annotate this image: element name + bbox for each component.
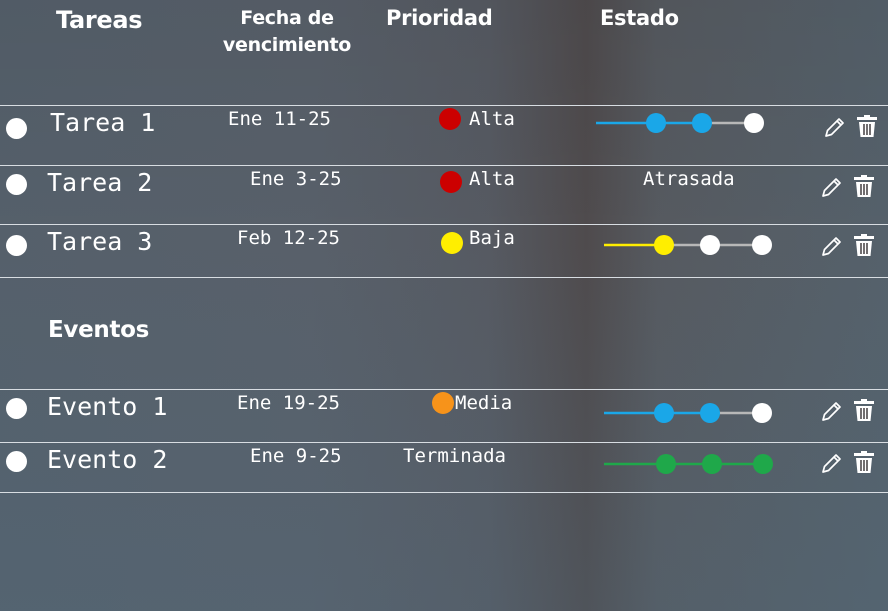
task-date: Ene 3-25	[250, 168, 342, 190]
radio-circle-icon[interactable]	[6, 174, 27, 195]
task-priority: Alta	[469, 168, 515, 190]
radio-circle-icon[interactable]	[6, 398, 27, 419]
status-text: Terminada	[403, 445, 506, 467]
progress-step-pending	[752, 403, 772, 423]
task-name: Tarea 1	[50, 108, 156, 137]
progress-step-done	[646, 113, 666, 133]
event-date: Ene 19-25	[237, 392, 340, 414]
status-text: Atrasada	[643, 168, 735, 190]
radio-circle-icon[interactable]	[6, 235, 27, 256]
header-tareas: Tareas	[56, 6, 143, 34]
pencil-icon[interactable]	[820, 175, 842, 197]
task-priority: Baja	[469, 227, 515, 249]
progress-step-done	[654, 403, 674, 423]
progress-stepper	[596, 113, 764, 133]
priority-dot-icon	[439, 108, 461, 130]
task-priority: Alta	[469, 108, 515, 130]
trash-icon[interactable]	[852, 398, 874, 421]
pencil-icon[interactable]	[820, 234, 842, 256]
section-title-eventos: Eventos	[48, 317, 150, 343]
header-fecha-vencimiento: Fecha de vencimiento	[222, 7, 352, 56]
progress-step-done	[753, 454, 773, 474]
row-divider	[0, 277, 888, 278]
progress-step-done	[656, 454, 676, 474]
row-divider	[0, 492, 888, 493]
progress-stepper	[604, 235, 772, 255]
event-name: Evento 2	[47, 445, 168, 474]
event-date: Ene 9-25	[250, 445, 342, 467]
task-name: Tarea 2	[47, 168, 153, 197]
progress-stepper	[604, 454, 773, 474]
event-priority: Media	[455, 392, 513, 414]
pencil-icon[interactable]	[820, 399, 842, 421]
row-divider	[0, 442, 888, 443]
row-divider	[0, 389, 888, 390]
trash-icon[interactable]	[852, 174, 874, 197]
row-divider	[0, 224, 888, 225]
task-date: Feb 12-25	[237, 227, 340, 249]
pencil-icon[interactable]	[820, 451, 842, 473]
priority-dot-icon	[441, 232, 463, 254]
row-divider	[0, 165, 888, 166]
progress-step-done	[700, 403, 720, 423]
priority-dot-icon	[432, 392, 454, 414]
priority-dot-icon	[440, 171, 462, 193]
background-shade	[0, 0, 888, 611]
radio-circle-icon[interactable]	[6, 118, 27, 139]
header-prioridad: Prioridad	[386, 6, 493, 30]
radio-circle-icon[interactable]	[6, 451, 27, 472]
progress-stepper	[604, 403, 772, 423]
trash-icon[interactable]	[852, 450, 874, 473]
progress-step-pending	[752, 235, 772, 255]
task-name: Tarea 3	[47, 227, 153, 256]
event-name: Evento 1	[47, 392, 168, 421]
header-estado: Estado	[600, 6, 679, 30]
progress-step-pending	[744, 113, 764, 133]
pencil-icon[interactable]	[823, 115, 845, 137]
progress-step-pending	[700, 235, 720, 255]
trash-icon[interactable]	[855, 114, 877, 137]
row-divider	[0, 105, 888, 106]
progress-step-done	[702, 454, 722, 474]
progress-step-done	[692, 113, 712, 133]
progress-step-done	[654, 235, 674, 255]
task-date: Ene 11-25	[228, 108, 331, 130]
trash-icon[interactable]	[852, 233, 874, 256]
